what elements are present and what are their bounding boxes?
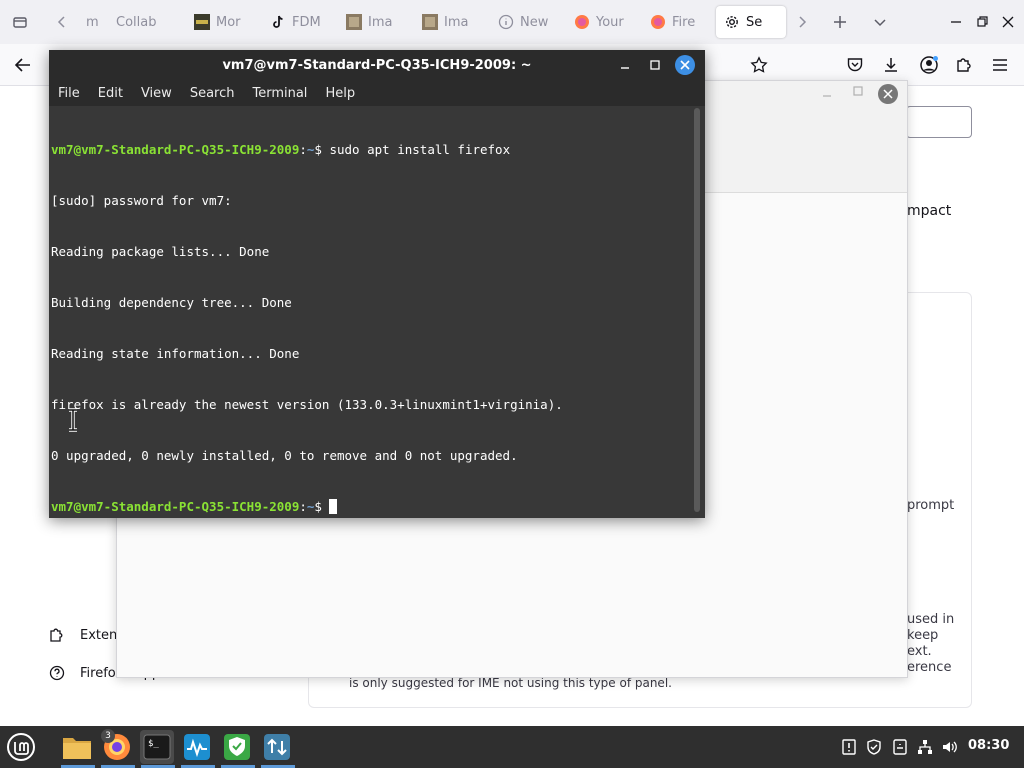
notifications-tray-icon[interactable] (840, 738, 858, 756)
tab-1[interactable]: m (72, 6, 106, 38)
prompt-separator: : (299, 142, 307, 157)
tab-collab[interactable]: Collab (108, 6, 172, 38)
terminal-minimize-icon[interactable] (615, 55, 635, 75)
prompt-user: vm7@vm7-Standard-PC-Q35-ICH9-2009 (51, 142, 300, 157)
terminal-title-bar[interactable]: vm7@vm7-Standard-PC-Q35-ICH9-2009: ~ (49, 50, 705, 80)
menu-search[interactable]: Search (190, 86, 235, 101)
image-thumb-icon (422, 14, 438, 30)
ext-fragment: ext. (907, 644, 932, 659)
prompt-end: $ (314, 499, 330, 514)
sidebar-item-extensions[interactable]: Extens (48, 626, 124, 644)
puzzle-piece-icon (48, 626, 66, 644)
hamburger-menu-icon[interactable] (987, 52, 1013, 78)
browser-tab-strip: m Collab Mor FDM Ima Ima New Your Fire S… (0, 0, 1024, 44)
firefox-icon (650, 14, 666, 30)
menu-file[interactable]: File (58, 86, 80, 101)
window-minimize-icon[interactable] (942, 8, 970, 36)
clock[interactable]: 08:30 (968, 738, 1009, 753)
terminal-maximize-icon[interactable] (645, 55, 665, 75)
dialog-close-icon[interactable] (878, 84, 898, 104)
pocket-icon[interactable] (842, 52, 868, 78)
terminal-output-line: Building dependency tree... Done (51, 295, 292, 310)
terminal-output-line: Reading state information... Done (51, 346, 300, 361)
volume-tray-icon[interactable] (941, 738, 959, 756)
used-in-fragment: used in (907, 612, 955, 627)
extensions-puzzle-icon[interactable] (951, 52, 977, 78)
transfer-app-icon[interactable] (260, 730, 294, 764)
terminal-output[interactable]: vm7@vm7-Standard-PC-Q35-ICH9-2009:~$ sud… (51, 107, 691, 515)
prompt-separator: : (299, 499, 307, 514)
terminal-title: vm7@vm7-Standard-PC-Q35-ICH9-2009: ~ (222, 57, 532, 73)
image-thumb-icon (346, 14, 362, 30)
dialog-minimize-icon[interactable] (822, 87, 836, 101)
tiktok-icon (270, 14, 286, 30)
new-tab-icon[interactable] (826, 8, 854, 36)
prompt-end: $ (314, 142, 330, 157)
tab-fire[interactable]: Fire (642, 6, 706, 38)
list-all-tabs-icon[interactable] (6, 8, 34, 36)
keyboard-tray-icon[interactable] (891, 738, 909, 756)
tab-scroll-right-icon[interactable] (788, 8, 816, 36)
mint-menu-button[interactable] (4, 730, 38, 764)
terminal-menu-bar: File Edit View Search Terminal Help (49, 80, 705, 106)
terminal-close-icon[interactable] (675, 55, 695, 75)
back-arrow-icon[interactable] (10, 52, 36, 78)
ime-note-text: is only suggested for IME not using this… (349, 676, 672, 690)
tab-list-chevron-icon[interactable] (866, 8, 894, 36)
terminal-command: sudo apt install firefox (329, 142, 511, 157)
network-tray-icon[interactable] (916, 738, 934, 756)
system-monitor-icon[interactable] (180, 730, 214, 764)
bookmark-star-icon[interactable] (746, 52, 772, 78)
shield-tray-icon[interactable] (865, 738, 883, 756)
taskbar-panel: $_ 08:30 (0, 726, 1024, 768)
terminal-output-line: 0 upgraded, 0 newly installed, 0 to remo… (51, 448, 518, 463)
info-icon (498, 14, 514, 30)
tab-ima-2[interactable]: Ima (414, 6, 478, 38)
firefox-icon (574, 14, 590, 30)
terminal-scrollbar-thumb[interactable] (694, 108, 700, 512)
tab-ima-1[interactable]: Ima (338, 6, 402, 38)
window-close-icon[interactable] (994, 8, 1022, 36)
terminal-scrollbar[interactable] (694, 108, 702, 512)
erence-fragment: erence (907, 660, 952, 675)
prompt-fragment: prompt (907, 498, 955, 513)
prompt-user: vm7@vm7-Standard-PC-Q35-ICH9-2009 (51, 499, 300, 514)
menu-view[interactable]: View (141, 86, 172, 101)
menu-terminal[interactable]: Terminal (252, 86, 307, 101)
terminal-cursor (329, 499, 338, 514)
tab-new[interactable]: New (490, 6, 554, 38)
help-circle-icon (48, 664, 66, 682)
terminal-command-line: vm7@vm7-Standard-PC-Q35-ICH9-2009:~$ sud… (51, 141, 691, 158)
window-restore-icon[interactable] (968, 8, 996, 36)
tab-your[interactable]: Your (566, 6, 630, 38)
terminal-output-line: firefox is already the newest version (1… (51, 397, 563, 412)
tab-settings[interactable]: Se (716, 6, 786, 38)
terminal-output-line: Reading package lists... Done (51, 244, 270, 259)
account-icon[interactable] (916, 52, 942, 78)
terminal-taskbar-icon[interactable]: $_ (140, 730, 174, 764)
tab-mor[interactable]: Mor (186, 6, 250, 38)
terminal-prompt-line: vm7@vm7-Standard-PC-Q35-ICH9-2009:~$ (51, 498, 691, 515)
keep-fragment: keep (907, 628, 939, 643)
gear-icon (724, 14, 740, 30)
downloads-icon[interactable] (878, 52, 904, 78)
files-folder-icon[interactable] (60, 730, 94, 764)
notification-badge: 3 (101, 729, 115, 743)
terminal-output-line: [sudo] password for vm7: (51, 193, 232, 208)
terminal-window[interactable]: vm7@vm7-Standard-PC-Q35-ICH9-2009: ~ Fil… (49, 50, 705, 518)
shield-update-icon[interactable] (220, 730, 254, 764)
menu-edit[interactable]: Edit (98, 86, 123, 101)
settings-search-input[interactable] (906, 106, 972, 138)
text-cursor-pointer-icon (66, 408, 80, 432)
menu-help[interactable]: Help (325, 86, 355, 101)
dialog-maximize-icon[interactable] (853, 86, 867, 100)
impact-fragment: mpact (907, 203, 952, 219)
svg-text:$_: $_ (148, 739, 159, 749)
tab-fdm[interactable]: FDM (262, 6, 326, 38)
image-thumb-icon (194, 14, 210, 30)
